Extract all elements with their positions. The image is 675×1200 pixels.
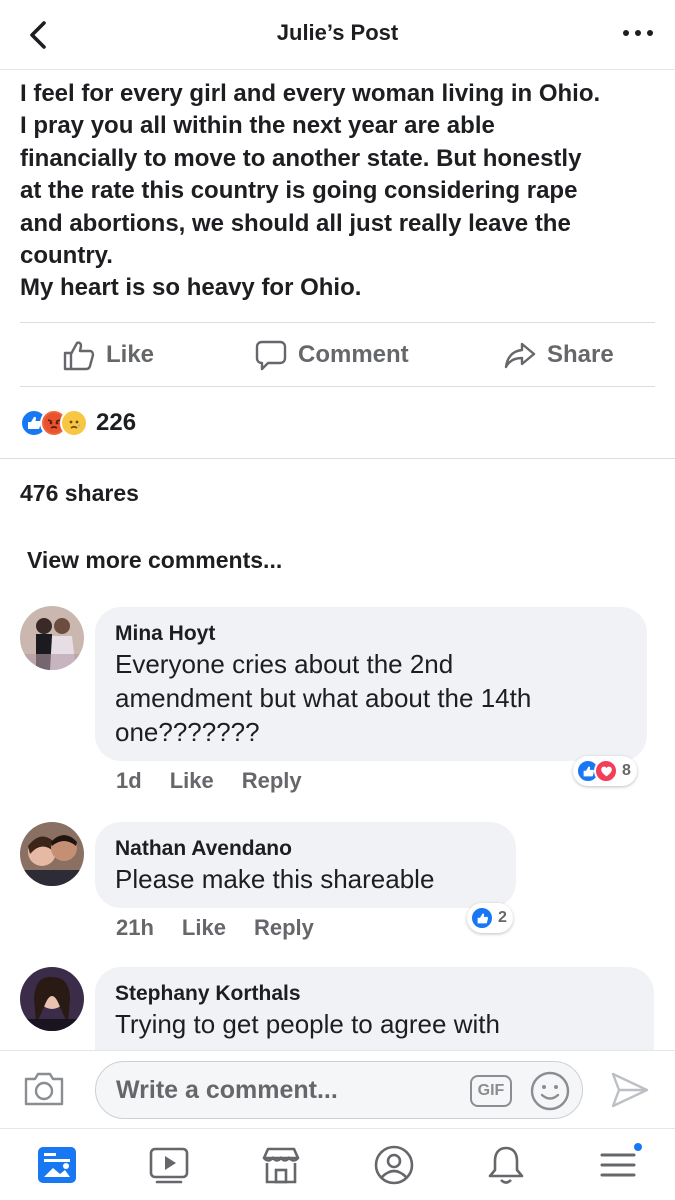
- avatar[interactable]: [20, 822, 84, 886]
- tab-watch[interactable]: [141, 1139, 197, 1191]
- like-button[interactable]: Like: [62, 335, 154, 375]
- comment-reaction-count: 8: [622, 762, 631, 779]
- post-line: financially to move to another state. Bu…: [20, 144, 582, 172]
- post-line: My heart is so heavy for Ohio.: [20, 274, 362, 302]
- sad-icon: [60, 409, 88, 437]
- camera-button[interactable]: [22, 1069, 66, 1114]
- divider: [20, 386, 655, 387]
- comment-reply-button[interactable]: Reply: [254, 915, 314, 941]
- share-arrow-icon: [504, 342, 536, 369]
- shares-count[interactable]: 476 shares: [20, 480, 139, 507]
- divider: [0, 458, 675, 459]
- like-label: Like: [106, 341, 155, 368]
- share-label: Share: [547, 341, 614, 368]
- comment-bubble: Nathan Avendano Please make this shareab…: [95, 822, 516, 908]
- emoji-icon: [530, 1071, 570, 1111]
- avatar[interactable]: [20, 606, 84, 670]
- gif-button[interactable]: GIF: [470, 1075, 512, 1107]
- reactions-summary[interactable]: 226: [20, 405, 136, 441]
- comment-meta: 1d Like Reply: [116, 768, 330, 794]
- tab-menu[interactable]: [590, 1139, 646, 1191]
- page-title: Julie’s Post: [276, 20, 399, 45]
- more-dots-icon: [623, 30, 629, 36]
- comment-bubble: Mina Hoyt Everyone cries about the 2nd a…: [95, 607, 647, 761]
- comment-reactions[interactable]: 8: [573, 756, 637, 786]
- comment-text: one???????: [115, 717, 260, 747]
- send-button[interactable]: [610, 1071, 650, 1114]
- comment-reactions[interactable]: 2: [467, 903, 513, 933]
- post-body: I feel for every girl and every woman li…: [20, 78, 660, 305]
- comment-bubble-icon: [255, 340, 287, 371]
- post-line: country.: [20, 242, 113, 270]
- comment-label: Comment: [298, 341, 409, 368]
- watch-icon: [149, 1147, 189, 1184]
- comment-composer: GIF: [0, 1050, 675, 1128]
- comment-author[interactable]: Nathan Avendano: [115, 836, 496, 862]
- post-line: and abortions, we should all just really…: [20, 209, 571, 237]
- comment-button[interactable]: Comment: [254, 335, 409, 375]
- more-options-button[interactable]: [623, 26, 653, 40]
- avatar[interactable]: [20, 967, 84, 1031]
- profile-icon: [374, 1145, 414, 1185]
- post-line: at the rate this country is going consid…: [20, 177, 578, 205]
- like-icon: [470, 906, 494, 930]
- bottom-tab-bar: [0, 1128, 675, 1200]
- send-icon: [611, 1072, 649, 1108]
- comment-time: 1d: [116, 768, 142, 793]
- marketplace-icon: [262, 1147, 300, 1184]
- comment-meta: 21h Like Reply: [116, 915, 342, 941]
- comment-author[interactable]: Stephany Korthals: [115, 981, 634, 1007]
- comment-reaction-count: 2: [498, 909, 507, 926]
- chevron-left-icon: [30, 21, 46, 49]
- comment-time: 21h: [116, 915, 154, 940]
- share-button[interactable]: Share: [503, 335, 614, 375]
- header-bar: Julie’s Post: [0, 0, 675, 70]
- camera-icon: [24, 1072, 64, 1106]
- thumbs-up-icon: [63, 341, 95, 371]
- post-action-bar: Like Comment Share: [0, 323, 675, 385]
- tab-marketplace[interactable]: [253, 1139, 309, 1191]
- comment-reply-button[interactable]: Reply: [242, 768, 302, 794]
- tab-profile[interactable]: [366, 1139, 422, 1191]
- news-feed-icon: [38, 1147, 76, 1183]
- comment-author[interactable]: Mina Hoyt: [115, 621, 627, 647]
- comment-text: Everyone cries about the 2nd: [115, 649, 454, 679]
- tab-notifications[interactable]: [478, 1139, 534, 1191]
- emoji-button[interactable]: [529, 1070, 571, 1117]
- comment-text: Trying to get people to agree with: [115, 1009, 500, 1039]
- comment-text: amendment but what about the 14th: [115, 683, 532, 713]
- comment-like-button[interactable]: Like: [182, 915, 226, 941]
- comment-like-button[interactable]: Like: [170, 768, 214, 794]
- love-icon: [594, 759, 618, 783]
- reaction-count: 226: [96, 409, 137, 436]
- comment-text: Please make this shareable: [115, 864, 435, 894]
- notification-dot: [632, 1141, 644, 1153]
- notifications-icon: [488, 1146, 524, 1184]
- back-button[interactable]: [22, 18, 56, 52]
- post-line: I feel for every girl and every woman li…: [20, 80, 601, 107]
- post-line: I pray you all within the next year are …: [20, 112, 495, 140]
- tab-news-feed[interactable]: [29, 1139, 85, 1191]
- view-more-comments-link[interactable]: View more comments...: [27, 547, 282, 574]
